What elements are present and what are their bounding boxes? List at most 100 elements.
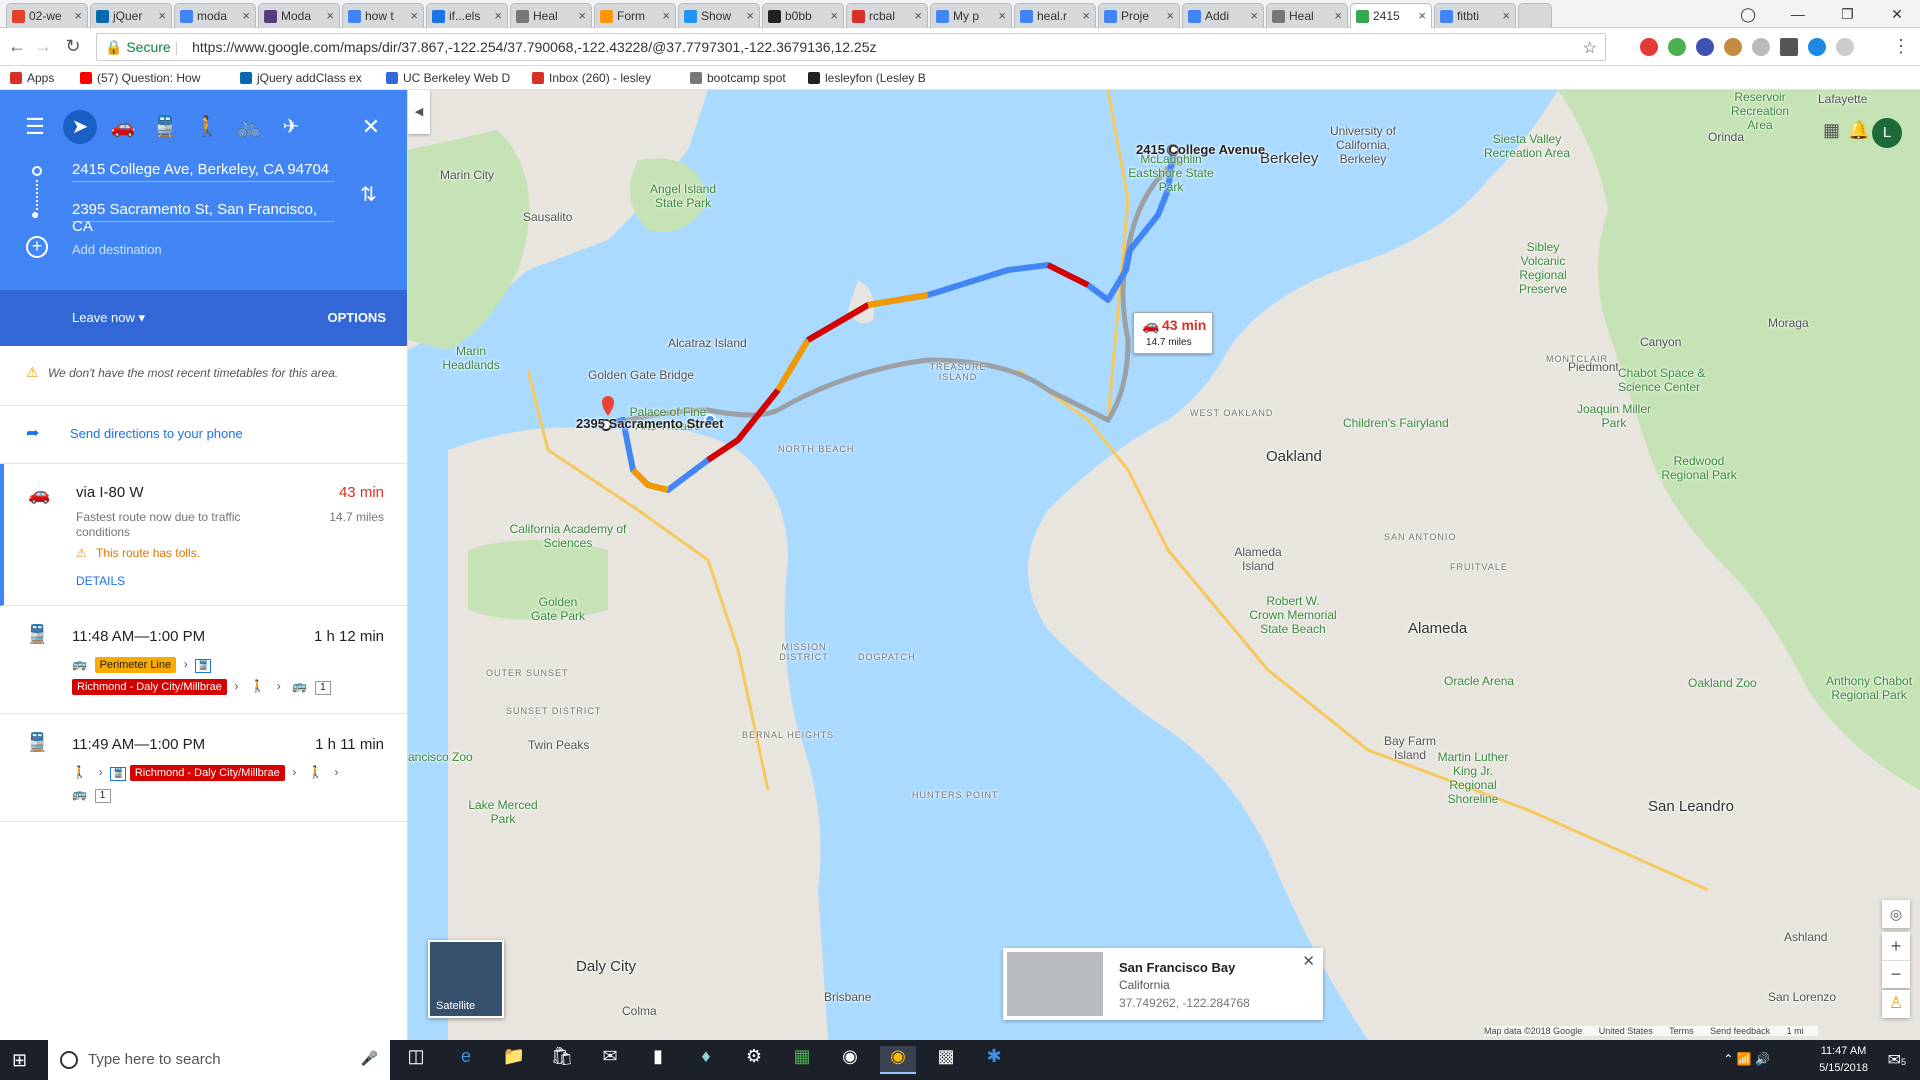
address-bar[interactable]: 🔒 Secure | https://www.google.com/maps/d… [96,33,1606,61]
leave-now-dropdown[interactable]: Leave now ▾ [72,310,145,326]
browser-tab[interactable]: rcbal × [846,3,928,28]
bookmark-item[interactable]: lesleyfon (Lesley B [808,71,926,85]
profile-icon[interactable]: ◯ [1725,0,1771,28]
tab-close-icon[interactable]: × [578,8,586,23]
bookmark-star-icon[interactable]: ☆ [1583,38,1597,58]
tab-close-icon[interactable]: × [746,8,754,23]
browser-tab[interactable]: 2415 × [1350,3,1432,28]
map-canvas[interactable]: ◀ Berkeley Oakland Alameda Alameda Islan… [408,90,1920,1040]
apps-grid-icon[interactable]: ▦ [1823,120,1840,141]
origin-input[interactable]: 2415 College Ave, Berkeley, CA 94704 [72,158,334,182]
route-option-transit-2[interactable]: 🚆 11:49 AM—1:00 PM 1 h 11 min 🚶 › 🚆 Rich… [0,714,407,822]
extension-icon[interactable] [1640,38,1658,56]
tab-close-icon[interactable]: × [1418,8,1426,23]
details-link[interactable]: DETAILS [76,574,125,588]
driving-mode-icon[interactable]: 🚗 [106,110,140,144]
browser-tab[interactable]: fitbti × [1434,3,1516,28]
back-icon[interactable]: ← [6,36,28,57]
browser-tab[interactable]: moda × [174,3,256,28]
settings-gear-icon[interactable]: ⚙ [736,1046,772,1074]
sticky-notes-icon[interactable]: ▮ [640,1046,676,1074]
browser-tab[interactable]: 02-we × [6,3,88,28]
extension-icon[interactable] [1696,38,1714,56]
tab-close-icon[interactable]: × [494,8,502,23]
browser-tab[interactable]: Proje × [1098,3,1180,28]
browser-tab[interactable]: Heal × [510,3,592,28]
app-icon[interactable]: ♦ [688,1046,724,1074]
mail-icon[interactable]: ✉ [592,1046,628,1074]
scale-label[interactable]: 1 mi [1787,1026,1804,1036]
pegman-icon[interactable]: ♙ [1882,990,1910,1018]
close-directions-icon[interactable]: ✕ [354,110,388,144]
tab-close-icon[interactable]: × [1166,8,1174,23]
route-callout[interactable]: 🚗 43 min 14.7 miles [1133,312,1213,354]
satellite-toggle[interactable]: Satellite [428,940,504,1018]
extension-icon[interactable] [1836,38,1854,56]
send-to-phone-row[interactable]: ➦ Send directions to your phone [0,406,407,464]
cycling-mode-icon[interactable]: 🚲 [232,110,266,144]
zoom-out-button[interactable]: − [1882,960,1910,988]
edge-icon[interactable]: e [448,1046,484,1074]
extension-icon[interactable] [1808,38,1826,56]
transit-mode-icon[interactable]: 🚆 [148,110,182,144]
send-feedback-link[interactable]: Send feedback [1710,1026,1770,1036]
walking-mode-icon[interactable]: 🚶 [190,110,224,144]
route-option-transit-1[interactable]: 🚆 11:48 AM—1:00 PM 1 h 12 min 🚌 Perimete… [0,606,407,714]
tab-close-icon[interactable]: × [1502,8,1510,23]
tab-close-icon[interactable]: × [74,8,82,23]
maximize-button[interactable]: ❐ [1824,0,1870,28]
bookmark-item[interactable]: Apps [10,71,54,85]
place-coordinates[interactable]: 37.749262, -122.284768 [1119,996,1250,1010]
zoom-in-button[interactable]: + [1882,932,1910,960]
terms-link[interactable]: Terms [1669,1026,1694,1036]
close-window-button[interactable]: ✕ [1874,0,1920,28]
bookmark-item[interactable]: bootcamp spot [690,71,786,85]
grammarly-icon[interactable] [1668,38,1686,56]
extension-icon[interactable] [1724,38,1742,56]
destination-input[interactable]: 2395 Sacramento St, San Francisco, CA [72,198,334,235]
new-tab-button[interactable] [1518,3,1552,28]
windows-start-icon[interactable]: ⊞ [12,1050,27,1071]
browser-tab[interactable]: heal.r × [1014,3,1096,28]
country-label[interactable]: United States [1599,1026,1653,1036]
tab-close-icon[interactable]: × [326,8,334,23]
store-icon[interactable]: 🛍 [544,1046,580,1074]
spreadsheet-icon[interactable]: ▦ [784,1046,820,1074]
browser-tab[interactable]: jQuer × [90,3,172,28]
tab-close-icon[interactable]: × [662,8,670,23]
send-to-phone-link[interactable]: Send directions to your phone [70,426,243,441]
bookmark-item[interactable]: Inbox (260) - lesley [532,71,651,85]
tab-close-icon[interactable]: × [242,8,250,23]
browser-tab[interactable]: Form × [594,3,676,28]
browser-tab[interactable]: if...els × [426,3,508,28]
browser-tab[interactable]: My p × [930,3,1012,28]
taskbar-clock[interactable]: 11:47 AM 5/15/2018 [1819,1043,1868,1077]
system-tray[interactable]: ⌃ 📶 🔊 [1723,1052,1770,1066]
add-destination-link[interactable]: Add destination [72,242,162,257]
avatar[interactable]: L [1872,118,1902,148]
tab-close-icon[interactable]: × [998,8,1006,23]
directions-best-icon[interactable]: ➤ [63,110,97,144]
tab-close-icon[interactable]: × [830,8,838,23]
forward-icon[interactable]: → [32,36,54,57]
tab-close-icon[interactable]: × [1250,8,1258,23]
close-icon[interactable]: ✕ [1302,952,1315,970]
vscode-icon[interactable]: ✱ [976,1046,1012,1074]
reload-icon[interactable]: ↻ [62,36,84,57]
screenshot-icon[interactable] [1780,38,1798,56]
microphone-icon[interactable]: 🎤 [361,1050,378,1067]
bookmark-item[interactable]: (57) Question: How [80,71,200,85]
tab-close-icon[interactable]: × [158,8,166,23]
swap-icon[interactable]: ⇅ [360,182,377,207]
action-center-icon[interactable]: ✉5 [1888,1050,1906,1070]
tab-close-icon[interactable]: × [1082,8,1090,23]
bookmark-item[interactable]: jQuery addClass ex [240,71,362,85]
tab-close-icon[interactable]: × [410,8,418,23]
browser-tab[interactable]: how t × [342,3,424,28]
menu-kebab-icon[interactable]: ⋮ [1890,36,1912,57]
route-option-driving[interactable]: 🚗 via I-80 W 43 min Fastest route now du… [0,464,407,606]
options-button[interactable]: OPTIONS [327,310,386,325]
chrome-icon[interactable]: ◉ [880,1046,916,1074]
task-view-icon[interactable]: ◫ [398,1046,434,1074]
tab-close-icon[interactable]: × [914,8,922,23]
